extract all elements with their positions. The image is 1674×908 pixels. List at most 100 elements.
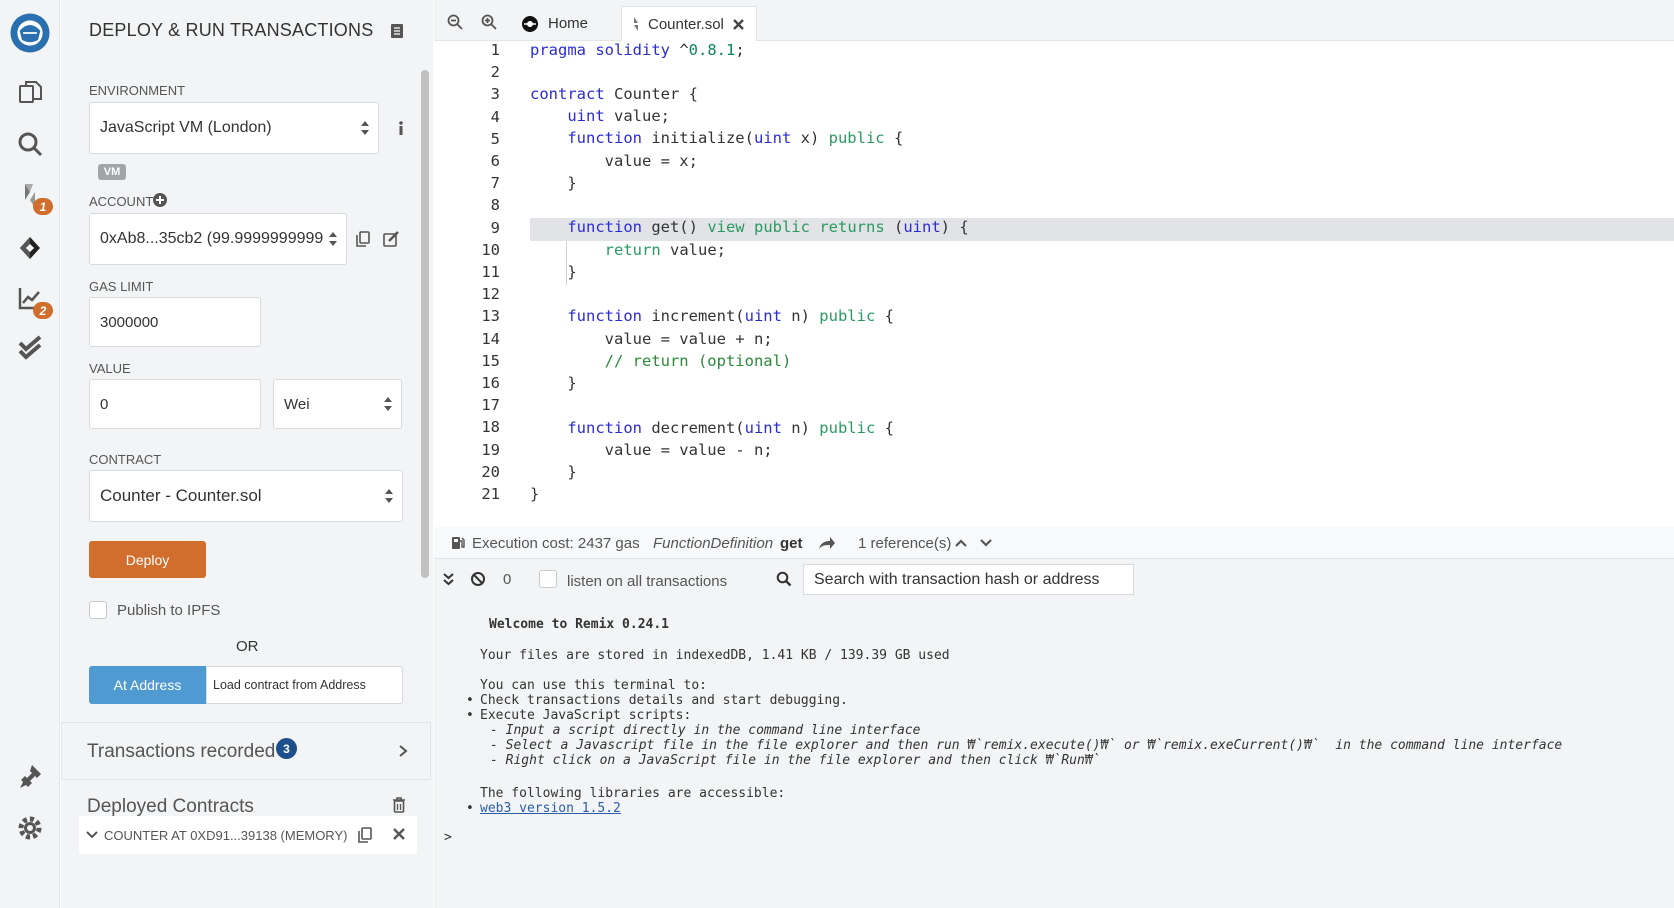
remix-home-icon (522, 15, 538, 32)
value-unit-select[interactable]: Wei (273, 379, 402, 429)
transactions-count-badge: 3 (276, 738, 297, 759)
terminal-output[interactable]: Welcome to Remix 0.24.1 Your files are s… (434, 601, 1674, 908)
chevron-down-icon[interactable] (979, 537, 993, 549)
terminal-help-intro: You can use this terminal to: (480, 678, 707, 693)
line-number: 12 (481, 285, 500, 303)
clear-terminal-icon[interactable] (470, 571, 486, 587)
environment-value: JavaScript VM (London) (100, 119, 272, 136)
edit-icon[interactable] (382, 230, 400, 248)
environment-select[interactable]: JavaScript VM (London) (89, 102, 379, 154)
pending-tx-count: 0 (503, 571, 512, 588)
account-select[interactable]: 0xAb8...35cb2 (99.9999999999 (89, 213, 347, 265)
deployed-instance-row[interactable]: COUNTER AT 0XD91...39138 (MEMORY) (79, 816, 417, 854)
chevron-right-icon (399, 745, 408, 757)
terminal-help-subitem: - Select a Javascript file in the file e… (490, 738, 1563, 753)
publish-ipfs-checkbox[interactable] (89, 601, 107, 619)
storage-info: Your files are stored in indexedDB, 1.41… (480, 648, 950, 663)
chevron-down-icon[interactable] (86, 830, 98, 840)
analysis-icon[interactable]: 2 (0, 276, 60, 320)
line-number: 6 (490, 152, 500, 170)
remix-logo-icon[interactable] (0, 10, 60, 56)
line-number: 7 (490, 174, 500, 192)
code-line: function increment(uint n) public { (567, 307, 894, 325)
code-line: } (530, 263, 577, 281)
line-number: 14 (481, 330, 500, 348)
terminal-bullet: • (466, 801, 474, 816)
load-contract-input[interactable]: Load contract from Address (206, 666, 403, 704)
share-arrow-icon[interactable] (818, 535, 836, 551)
testing-icon[interactable] (0, 326, 60, 370)
account-label: ACCOUNT (89, 194, 154, 209)
side-panel: DEPLOY & RUN TRANSACTIONS ENVIRONMENT Ja… (61, 0, 433, 908)
code-line: function decrement(uint n) public { (567, 419, 894, 437)
environment-label: ENVIRONMENT (89, 83, 186, 98)
terminal-toolbar: 0 listen on all transactions Search with… (434, 559, 1674, 601)
info-icon[interactable] (392, 119, 410, 137)
line-number: 21 (481, 485, 500, 503)
value-label: VALUE (89, 361, 131, 376)
collapse-terminal-icon[interactable] (442, 572, 455, 587)
add-account-icon[interactable] (153, 193, 167, 207)
close-icon[interactable] (392, 827, 406, 841)
contract-select[interactable]: Counter - Counter.sol (89, 470, 403, 522)
terminal-prompt[interactable]: > (444, 830, 452, 845)
documentation-icon[interactable] (388, 22, 406, 40)
line-number: 17 (481, 396, 500, 414)
transactions-recorded-label: Transactions recorded (87, 741, 276, 762)
editor-tabs: Home Counter.sol (434, 0, 1674, 41)
tab-home-label: Home (548, 15, 589, 32)
search-icon[interactable] (0, 122, 60, 166)
file-explorer-icon[interactable] (0, 70, 60, 114)
value-unit: Wei (284, 395, 310, 413)
terminal-help-item: Check transactions details and start deb… (480, 693, 848, 708)
listen-all-checkbox[interactable] (539, 570, 557, 588)
deploy-run-icon[interactable] (0, 226, 60, 270)
value-input[interactable]: 0 (89, 379, 261, 429)
at-address-button[interactable]: At Address (89, 666, 206, 704)
contract-value: Counter - Counter.sol (100, 486, 262, 505)
terminal-help-subitem: - Input a script directly in the command… (490, 723, 921, 738)
line-number: 20 (481, 463, 500, 481)
side-panel-scrollbar[interactable] (421, 70, 429, 578)
deployed-instance-label: COUNTER AT 0XD91...39138 (MEMORY) (104, 828, 348, 843)
gas-limit-input[interactable]: 3000000 (89, 297, 261, 347)
code-line: value = x; (530, 152, 698, 170)
chevron-up-icon[interactable] (954, 537, 968, 549)
deploy-button[interactable]: Deploy (89, 541, 206, 578)
settings-gear-icon[interactable] (0, 806, 60, 850)
line-number: 3 (490, 85, 500, 103)
copy-address-icon[interactable] (356, 826, 374, 844)
code-line: } (530, 463, 577, 481)
compiler-badge: 1 (33, 198, 53, 215)
line-number: 18 (481, 418, 500, 436)
line-number: 5 (490, 130, 500, 148)
libraries-intro: The following libraries are accessible: (480, 786, 786, 801)
copy-icon[interactable] (354, 230, 372, 248)
code-line: value = value + n; (530, 330, 773, 348)
web3-version-link[interactable]: web3 version 1.5.2 (480, 801, 621, 816)
references-count: 1 reference(s) (858, 535, 952, 552)
line-number: 8 (490, 196, 500, 214)
code-line: } (530, 374, 577, 392)
analysis-badge: 2 (33, 302, 53, 319)
select-arrows-icon (384, 397, 392, 411)
vm-badge: VM (98, 164, 126, 180)
tab-home[interactable]: Home (520, 6, 620, 41)
execution-cost: Execution cost: 2437 gas (472, 535, 640, 552)
tab-counter-sol[interactable]: Counter.sol (621, 6, 757, 41)
code-editor[interactable]: 1 2 3 4 5 6 7 8 9 10 11 12 13 14 15 16 17 18 19 20 21 pragma… (434, 41, 1674, 527)
account-value: 0xAb8...35cb2 (99.9999999999 (100, 230, 324, 247)
transactions-recorded-section[interactable]: Transactions recorded 3 (61, 722, 431, 780)
close-tab-icon[interactable] (732, 18, 745, 31)
line-number: 11 (481, 263, 500, 281)
line-number: 19 (481, 441, 500, 459)
code-line: contract Counter { (530, 85, 698, 103)
plugin-manager-icon[interactable] (0, 754, 60, 798)
trash-icon[interactable] (390, 796, 408, 814)
solidity-compiler-icon[interactable]: 1 (0, 174, 60, 218)
zoom-in-icon[interactable] (481, 14, 497, 30)
select-arrows-icon (329, 232, 337, 246)
listen-all-label: listen on all transactions (567, 573, 728, 590)
terminal-search-input[interactable]: Search with transaction hash or address (803, 564, 1134, 595)
zoom-out-icon[interactable] (447, 14, 463, 30)
